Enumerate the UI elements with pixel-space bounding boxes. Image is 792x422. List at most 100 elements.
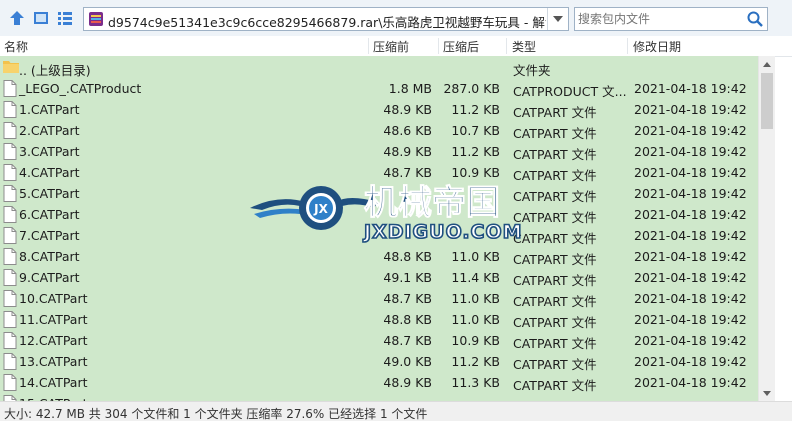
file-modified-date: 2021-04-18 19:42 [634, 270, 747, 285]
list-item[interactable]: 9.CATPart 49.1 KB 11.4 KB CATPART 文件 2021-04… [0, 267, 773, 288]
list-item[interactable]: 2.CATPart 48.6 KB 10.7 KB CATPART 文件 2021-04… [0, 120, 773, 141]
list-view-icon[interactable] [55, 8, 75, 28]
file-icon [3, 227, 17, 244]
file-packed-size: 1.8 MB [388, 81, 432, 96]
column-header: 名称 压缩前 压缩后 类型 修改日期 [0, 36, 792, 57]
file-packed-size: 48.9 KB [383, 375, 432, 390]
path-bar[interactable]: d9574c9e51341e3c9c6cce8295466879.rar\乐高路… [83, 7, 569, 31]
file-modified-date: 2021-04-18 19:42 [634, 81, 747, 96]
file-name: 13.CATPart [19, 354, 88, 369]
file-packed-size: 48.8 KB [383, 312, 432, 327]
column-modified[interactable]: 修改日期 [633, 38, 681, 55]
watermark-url: JXDIGUO.COM [362, 221, 523, 243]
file-modified-date: 2021-04-18 19:42 [634, 102, 747, 117]
list-item[interactable]: 1.CATPart 48.9 KB 11.2 KB CATPART 文件 2021-04… [0, 99, 773, 120]
file-compressed-size: 10.9 KB [451, 333, 500, 348]
file-name: 7.CATPart [19, 228, 80, 243]
file-compressed-size: 11.2 KB [451, 144, 500, 159]
file-icon [3, 248, 17, 265]
path-text: d9574c9e51341e3c9c6cce8295466879.rar\乐高路… [108, 15, 546, 30]
file-icon [3, 101, 17, 118]
watermark-badge: JX [313, 202, 328, 216]
file-modified-date: 2021-04-18 19:42 [634, 291, 747, 306]
search-box [574, 7, 768, 31]
file-modified-date: 2021-04-18 19:42 [634, 228, 747, 243]
file-icon [3, 311, 17, 328]
list-item[interactable]: 12.CATPart 48.7 KB 10.9 KB CATPART 文件 2021-0… [0, 330, 773, 351]
file-compressed-size: 11.2 KB [451, 102, 500, 117]
column-compressed[interactable]: 压缩后 [443, 38, 479, 55]
file-name: 5.CATPart [19, 186, 80, 201]
file-icon [3, 80, 17, 97]
file-modified-date: 2021-04-18 19:42 [634, 249, 747, 264]
status-bar: 大小: 42.7 MB 共 304 个文件和 1 个文件夹 压缩率 27.6% … [0, 401, 792, 421]
watermark-logo: JX 机械帝国 JXDIGUO.COM [248, 176, 548, 246]
file-name: 4.CATPart [19, 165, 80, 180]
file-packed-size: 48.9 KB [383, 144, 432, 159]
file-type: CATPART 文件 [513, 147, 597, 162]
file-name: 6.CATPart [19, 207, 80, 222]
file-compressed-size: 287.0 KB [443, 81, 500, 96]
file-icon [3, 143, 17, 160]
file-packed-size: 48.9 KB [383, 102, 432, 117]
column-divider[interactable] [627, 38, 628, 54]
search-input[interactable] [578, 10, 738, 28]
search-icon[interactable] [746, 10, 764, 28]
list-item[interactable]: 10.CATPart 48.7 KB 11.0 KB CATPART 文件 2021-0… [0, 288, 773, 309]
file-type: CATPRODUCT 文... [513, 84, 627, 99]
file-type: CATPART 文件 [513, 378, 597, 393]
path-dropdown-button[interactable] [547, 8, 568, 30]
column-packed[interactable]: 压缩前 [373, 38, 409, 55]
file-name: 2.CATPart [19, 123, 80, 138]
list-item[interactable]: 15.CATPart [0, 393, 773, 401]
scrollbar-thumb[interactable] [761, 73, 773, 129]
list-item[interactable]: 14.CATPart 48.9 KB 11.3 KB CATPART 文件 2021-0… [0, 372, 773, 393]
file-type: CATPART 文件 [513, 294, 597, 309]
folder-icon [3, 59, 19, 76]
scroll-up-icon[interactable] [759, 56, 775, 72]
file-icon [3, 290, 17, 307]
scroll-down-icon[interactable] [759, 385, 775, 401]
file-type: CATPART 文件 [513, 336, 597, 351]
file-compressed-size: 11.3 KB [451, 375, 500, 390]
file-name: 9.CATPart [19, 270, 80, 285]
file-name: 8.CATPart [19, 249, 80, 264]
file-type: CATPART 文件 [513, 273, 597, 288]
file-modified-date: 2021-04-18 19:42 [634, 207, 747, 222]
column-type[interactable]: 类型 [512, 38, 536, 55]
file-modified-date: 2021-04-18 19:42 [634, 375, 747, 390]
file-icon [3, 185, 17, 202]
file-icon [3, 269, 17, 286]
file-icon [3, 164, 17, 181]
watermark-title: 机械帝国 [364, 183, 500, 223]
list-item[interactable]: 3.CATPart 48.9 KB 11.2 KB CATPART 文件 2021-04… [0, 141, 773, 162]
file-name: 3.CATPart [19, 144, 80, 159]
list-item[interactable]: 13.CATPart 49.0 KB 11.2 KB CATPART 文件 2021-0… [0, 351, 773, 372]
file-name: 11.CATPart [19, 312, 88, 327]
file-type: 文件夹 [513, 63, 551, 78]
up-arrow-icon[interactable] [7, 8, 27, 28]
file-compressed-size: 11.0 KB [451, 249, 500, 264]
vertical-scrollbar[interactable] [758, 56, 775, 401]
column-divider[interactable] [438, 38, 439, 54]
file-name: 12.CATPart [19, 333, 88, 348]
list-item[interactable]: .. (上级目录) 文件夹 [0, 57, 773, 78]
column-divider[interactable] [506, 38, 507, 54]
list-item[interactable]: 8.CATPart 48.8 KB 11.0 KB CATPART 文件 2021-04… [0, 246, 773, 267]
chevron-down-icon [553, 16, 563, 22]
file-packed-size: 49.0 KB [383, 354, 432, 369]
file-packed-size: 49.1 KB [383, 270, 432, 285]
file-packed-size: 48.7 KB [383, 291, 432, 306]
list-item[interactable]: 11.CATPart 48.8 KB 11.0 KB CATPART 文件 2021-0… [0, 309, 773, 330]
file-modified-date: 2021-04-18 19:42 [634, 312, 747, 327]
rar-archive-icon [88, 11, 104, 27]
status-text: 大小: 42.7 MB 共 304 个文件和 1 个文件夹 压缩率 27.6% … [4, 407, 428, 421]
column-name[interactable]: 名称 [4, 38, 28, 55]
file-packed-size: 48.6 KB [383, 123, 432, 138]
file-type: CATPART 文件 [513, 252, 597, 267]
file-type: CATPART 文件 [513, 315, 597, 330]
file-type: CATPART 文件 [513, 126, 597, 141]
column-divider[interactable] [368, 38, 369, 54]
list-item[interactable]: _LEGO_.CATProduct 1.8 MB 287.0 KB CATPRODUC… [0, 78, 773, 99]
large-icon-view-icon[interactable] [31, 8, 51, 28]
